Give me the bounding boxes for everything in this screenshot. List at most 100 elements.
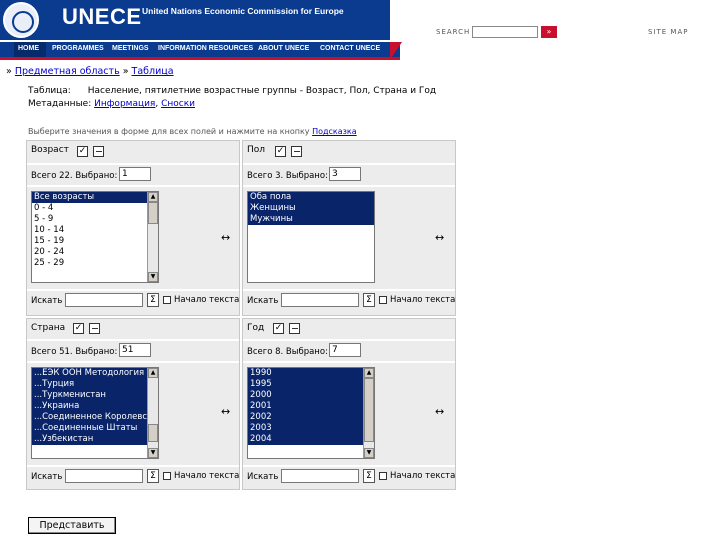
start-text-checkbox[interactable] — [163, 296, 171, 304]
submit-button[interactable]: Представить — [28, 517, 116, 534]
breadcrumb-subject-link[interactable]: Предметная область — [15, 66, 120, 77]
dimension-list-row: ...ЕЭК ООН Методология ...Турция ...Туркме… — [27, 363, 239, 467]
deselect-all-icon[interactable] — [291, 146, 302, 157]
dimension-search-row: Искать Σ Начало текста — [243, 291, 455, 315]
list-item[interactable]: ...Узбекистан — [32, 434, 147, 445]
list-item[interactable]: ...Турция — [32, 379, 147, 390]
find-go-button[interactable]: Σ — [363, 469, 375, 483]
list-item[interactable]: ...Соединенное Королевство — [32, 412, 158, 423]
count-label: Всего 22. Выбрано: — [31, 171, 118, 181]
list-item[interactable]: 2004 — [248, 434, 363, 445]
list-item[interactable]: Мужчины — [248, 214, 374, 225]
nav-contact-unece[interactable]: CONTACT UNECE — [320, 45, 380, 52]
start-text-checkbox[interactable] — [379, 472, 387, 480]
metadata-notes-link[interactable]: Сноски — [161, 99, 195, 109]
find-go-button[interactable]: Σ — [147, 293, 159, 307]
scroll-thumb[interactable] — [148, 424, 158, 442]
select-all-icon[interactable]: ✓ — [273, 323, 284, 334]
list-item[interactable]: 1990 — [248, 368, 363, 379]
listbox-scrollbar[interactable]: ▲ ▼ — [147, 192, 158, 282]
deselect-all-icon[interactable] — [289, 323, 300, 334]
dimension-panel-country: Страна ✓ Всего 51. Выбрано: 51 ...ЕЭК ОО… — [26, 318, 240, 490]
scroll-down-icon[interactable]: ▼ — [364, 448, 374, 458]
values-listbox[interactable]: Оба пола Женщины Мужчины — [247, 191, 375, 283]
scroll-down-icon[interactable]: ▼ — [148, 448, 158, 458]
scroll-down-icon[interactable]: ▼ — [148, 272, 158, 282]
help-link[interactable]: Подсказка — [312, 127, 357, 136]
instructions-text: Выберите значения в форме для всех полей… — [28, 127, 310, 136]
pivot-arrow-icon[interactable]: ↔ — [435, 231, 444, 244]
nav-underline — [0, 57, 400, 60]
start-text-label: Начало текста — [174, 471, 240, 481]
nav-tip — [390, 42, 402, 60]
list-item[interactable]: 15 - 19 — [32, 236, 147, 247]
values-listbox[interactable]: Все возрасты 0 - 45 - 9 10 - 14 15 - 19 20 -… — [31, 191, 159, 283]
deselect-all-icon[interactable] — [93, 146, 104, 157]
selected-count: 3 — [329, 167, 361, 181]
scroll-up-icon[interactable]: ▲ — [148, 368, 158, 378]
find-label: Искать — [31, 472, 63, 482]
pivot-arrow-icon[interactable]: ↔ — [221, 405, 230, 418]
find-go-button[interactable]: Σ — [363, 293, 375, 307]
list-item[interactable]: 25 - 29 — [32, 258, 147, 269]
scroll-up-icon[interactable]: ▲ — [364, 368, 374, 378]
metadata-info-link[interactable]: Информация — [94, 99, 155, 109]
site-header: UNECE United Nations Economic Commission… — [0, 0, 720, 42]
brand-name[interactable]: UNECE — [62, 4, 142, 30]
scroll-thumb[interactable] — [364, 378, 374, 442]
list-item[interactable]: Все возрасты — [32, 192, 147, 203]
find-go-button[interactable]: Σ — [147, 469, 159, 483]
breadcrumb: » Предметная область » Таблица — [6, 66, 174, 77]
nav-about-unece[interactable]: ABOUT UNECE — [258, 45, 309, 52]
select-all-icon[interactable]: ✓ — [275, 146, 286, 157]
scroll-up-icon[interactable]: ▲ — [148, 192, 158, 202]
list-item[interactable]: 1995 — [248, 379, 363, 390]
nav-home[interactable]: HOME — [18, 45, 39, 52]
listbox-scrollbar[interactable]: ▲ ▼ — [363, 368, 374, 458]
dimension-panel-sex: Пол ✓ Всего 3. Выбрано: 3 Оба пола Женщин… — [242, 140, 456, 316]
list-item[interactable]: 2001 — [248, 401, 363, 412]
listbox-scrollbar[interactable]: ▲ ▼ — [147, 368, 158, 458]
list-item[interactable]: 2000 — [248, 390, 363, 401]
nav-information-resources[interactable]: INFORMATION RESOURCES — [158, 45, 253, 52]
search-input[interactable] — [472, 26, 538, 38]
find-label: Искать — [247, 296, 279, 306]
list-item[interactable]: ...Соединенные Штаты — [32, 423, 147, 434]
list-item[interactable]: 5 - 9 — [32, 214, 147, 225]
pivot-arrow-icon[interactable]: ↔ — [221, 231, 230, 244]
find-input[interactable] — [281, 293, 359, 307]
list-item[interactable]: ...Украина — [32, 401, 147, 412]
list-item[interactable]: Женщины — [248, 203, 374, 214]
start-text-checkbox[interactable] — [379, 296, 387, 304]
list-item[interactable]: ...Туркменистан — [32, 390, 147, 401]
find-input[interactable] — [281, 469, 359, 483]
selected-count: 51 — [119, 343, 151, 357]
search-button[interactable]: » — [541, 26, 557, 38]
list-item[interactable]: 20 - 24 — [32, 247, 147, 258]
nav-meetings[interactable]: MEETINGS — [112, 45, 149, 52]
list-item[interactable]: ...ЕЭК ООН Методология — [32, 368, 147, 379]
dimension-search-row: Искать Σ Начало текста — [243, 467, 455, 489]
dimension-title: Год — [247, 323, 265, 333]
select-all-icon[interactable]: ✓ — [77, 146, 88, 157]
list-item[interactable]: 2003 — [248, 423, 363, 434]
deselect-all-icon[interactable] — [89, 323, 100, 334]
find-input[interactable] — [65, 293, 143, 307]
sitemap-link[interactable]: SITE MAP — [648, 28, 688, 36]
pivot-arrow-icon[interactable]: ↔ — [435, 405, 444, 418]
start-text-checkbox[interactable] — [163, 472, 171, 480]
list-item[interactable]: 10 - 14 — [32, 225, 147, 236]
values-listbox[interactable]: ...ЕЭК ООН Методология ...Турция ...Туркме… — [31, 367, 159, 459]
find-input[interactable] — [65, 469, 143, 483]
scroll-thumb[interactable] — [148, 202, 158, 224]
nav-programmes[interactable]: PROGRAMMES — [52, 45, 104, 52]
list-item[interactable]: Оба пола — [248, 192, 374, 203]
dimension-count-row: Всего 8. Выбрано: 7 — [243, 341, 455, 363]
breadcrumb-table-link[interactable]: Таблица — [132, 66, 174, 77]
select-all-icon[interactable]: ✓ — [73, 323, 84, 334]
values-listbox[interactable]: 1990 1995 2000 2001 2002 2003 2004 ▲ ▼ — [247, 367, 375, 459]
un-logo-icon[interactable] — [3, 2, 39, 38]
brand-subtitle: United Nations Economic Commission for E… — [142, 6, 344, 16]
list-item[interactable]: 2002 — [248, 412, 363, 423]
list-item[interactable]: 0 - 4 — [32, 203, 147, 214]
